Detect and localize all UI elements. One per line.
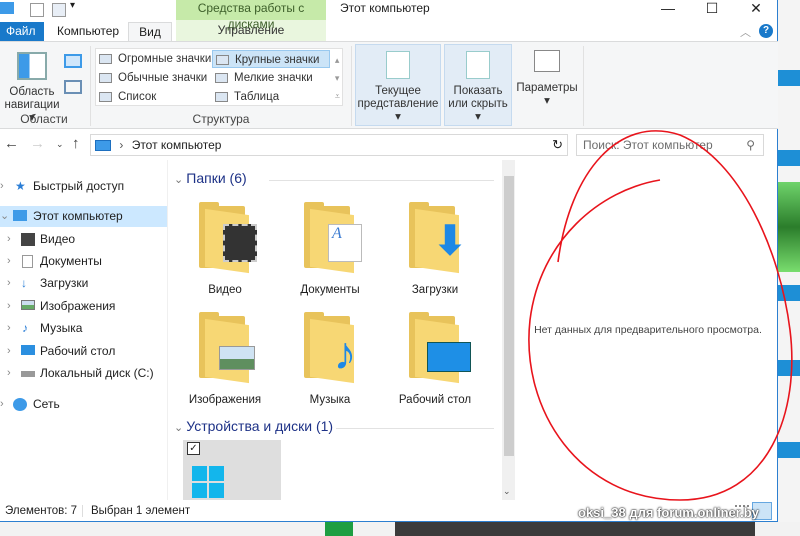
red-annotation-circle (528, 130, 793, 501)
watermark: oksi_38 для forum.onliner.by (578, 505, 759, 520)
